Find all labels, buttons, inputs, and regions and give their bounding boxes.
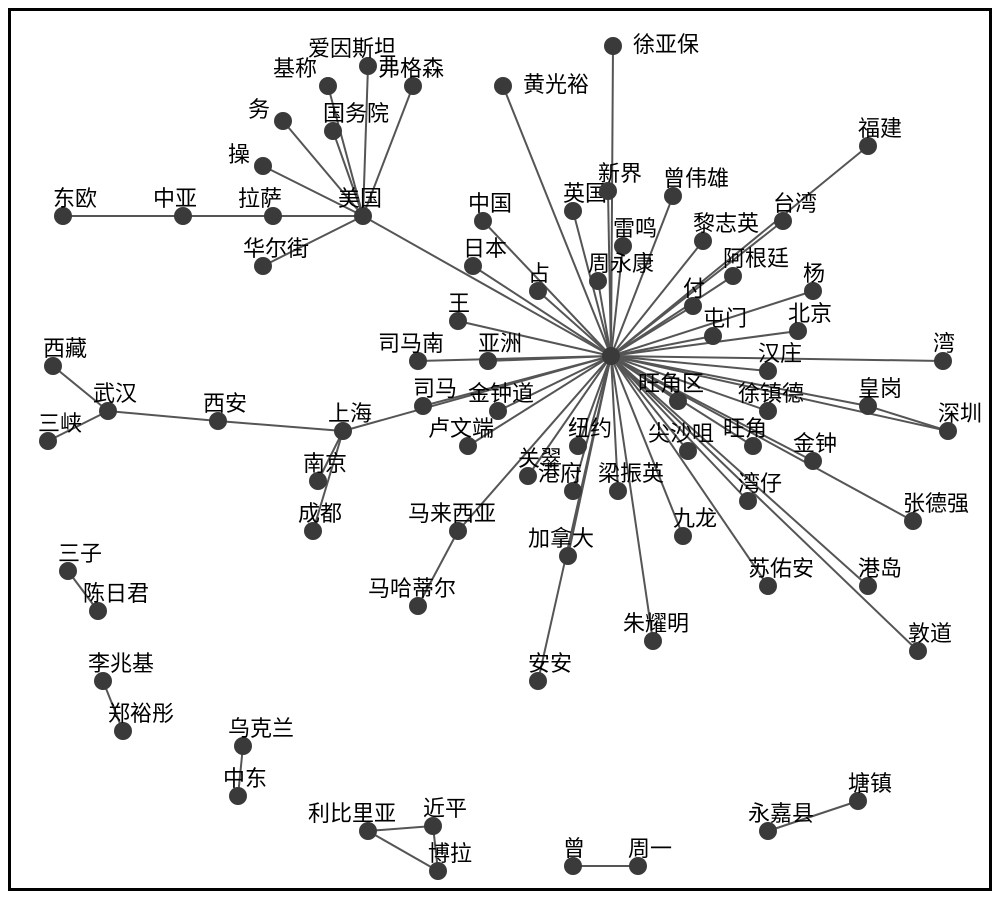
- node-label: 近平: [423, 798, 467, 820]
- node-label: 基称: [273, 58, 317, 80]
- node-label: 杨: [803, 263, 825, 285]
- node-label: 黎志英: [693, 213, 759, 235]
- node-label: 务: [248, 99, 270, 121]
- node-label: 西藏: [43, 338, 87, 360]
- node-label: 徐亚保: [633, 34, 699, 56]
- node-label: 张德强: [903, 493, 969, 515]
- node-label: 塘镇: [848, 773, 892, 795]
- node-label: 九龙: [673, 508, 717, 530]
- node-label: 三峡: [38, 413, 82, 435]
- node-label: 曾: [563, 838, 585, 860]
- node-label: 马来西亚: [408, 503, 496, 525]
- node-label: 北京: [788, 303, 832, 325]
- node-label: 乌克兰: [228, 718, 294, 740]
- node-label: 博拉: [428, 843, 472, 865]
- node-label: 占: [528, 263, 550, 285]
- node-label: 港岛: [858, 558, 902, 580]
- node-label: 郑裕彤: [108, 703, 174, 725]
- node-label: 周一: [628, 838, 672, 860]
- node-label: 亚洲: [478, 333, 522, 355]
- node-label: 湾: [933, 333, 955, 355]
- node-label: 旺角: [723, 418, 767, 440]
- node-label: 金钟道: [468, 383, 534, 405]
- node-label: 尖沙咀: [648, 423, 714, 445]
- node-label: 中亚: [153, 188, 197, 210]
- edge-layer: [11, 11, 995, 894]
- node-label: 成都: [298, 503, 342, 525]
- node-label: 福建: [858, 118, 902, 140]
- node-label: 中国: [468, 193, 512, 215]
- node-label: 黄光裕: [523, 74, 589, 96]
- edge: [218, 421, 343, 431]
- node-label: 徐镇德: [738, 383, 804, 405]
- node-label: 国务院: [323, 103, 389, 125]
- node-label: 皇岗: [858, 378, 902, 400]
- node-label: 深圳: [938, 403, 982, 425]
- node-label: 东欧: [53, 188, 97, 210]
- node-label: 李兆基: [88, 653, 154, 675]
- node-label: 三子: [58, 543, 102, 565]
- node-label: 王: [448, 293, 470, 315]
- node-label: 港府: [538, 463, 582, 485]
- node-label: 操: [228, 144, 250, 166]
- node-label: 利比里亚: [308, 803, 396, 825]
- node-label: 台湾: [773, 193, 817, 215]
- node-label: 梁振英: [598, 463, 664, 485]
- edge: [108, 411, 218, 421]
- node-label: 安安: [528, 653, 572, 675]
- node-label: 汉庄: [758, 343, 802, 365]
- node-label: 美国: [338, 188, 382, 210]
- edge: [503, 86, 611, 356]
- node-label: 卢文端: [428, 418, 494, 440]
- node-label: 金钟: [793, 433, 837, 455]
- node-label: 弗格森: [378, 58, 444, 80]
- node-label: 陈日君: [83, 583, 149, 605]
- node-label: 雷鸣: [613, 218, 657, 240]
- node-dot: [602, 347, 620, 365]
- node-label: 苏佑安: [748, 558, 814, 580]
- edge: [538, 356, 611, 681]
- node-label: 司马: [413, 378, 457, 400]
- node-dot: [604, 37, 622, 55]
- node-label: 湾仔: [738, 473, 782, 495]
- edge: [868, 406, 948, 431]
- node-label: 马哈蒂尔: [368, 578, 456, 600]
- node-dot: [274, 112, 292, 130]
- node-label: 拉萨: [238, 188, 282, 210]
- node-label: 武汉: [93, 383, 137, 405]
- node-label: 阿根廷: [723, 248, 789, 270]
- node-dot: [494, 77, 512, 95]
- node-label: 南京: [303, 453, 347, 475]
- graph-frame: 徐亚保黄光裕弗格森爱因斯坦基称务国务院操东欧中亚拉萨美国华尔街中国日本英国新界曾…: [8, 8, 992, 891]
- node-label: 旺角区: [638, 373, 704, 395]
- node-label: 中东: [223, 768, 267, 790]
- node-label: 曾伟雄: [663, 168, 729, 190]
- edge: [611, 46, 613, 356]
- node-dot: [319, 77, 337, 95]
- node-label: 永嘉县: [748, 803, 814, 825]
- node-label: 司马南: [378, 333, 444, 355]
- node-label: 爱因斯坦: [308, 38, 396, 60]
- node-label: 纽约: [568, 418, 612, 440]
- node-label: 周永康: [588, 253, 654, 275]
- edge: [538, 291, 611, 356]
- node-label: 上海: [328, 403, 372, 425]
- node-label: 华尔街: [243, 238, 309, 260]
- node-label: 新界: [598, 163, 642, 185]
- node-dot: [254, 157, 272, 175]
- node-label: 日本: [463, 238, 507, 260]
- node-label: 朱耀明: [623, 613, 689, 635]
- node-label: 付: [683, 278, 705, 300]
- node-label: 西安: [203, 393, 247, 415]
- node-label: 敦道: [908, 623, 952, 645]
- node-label: 屯门: [703, 308, 747, 330]
- node-label: 加拿大: [528, 528, 594, 550]
